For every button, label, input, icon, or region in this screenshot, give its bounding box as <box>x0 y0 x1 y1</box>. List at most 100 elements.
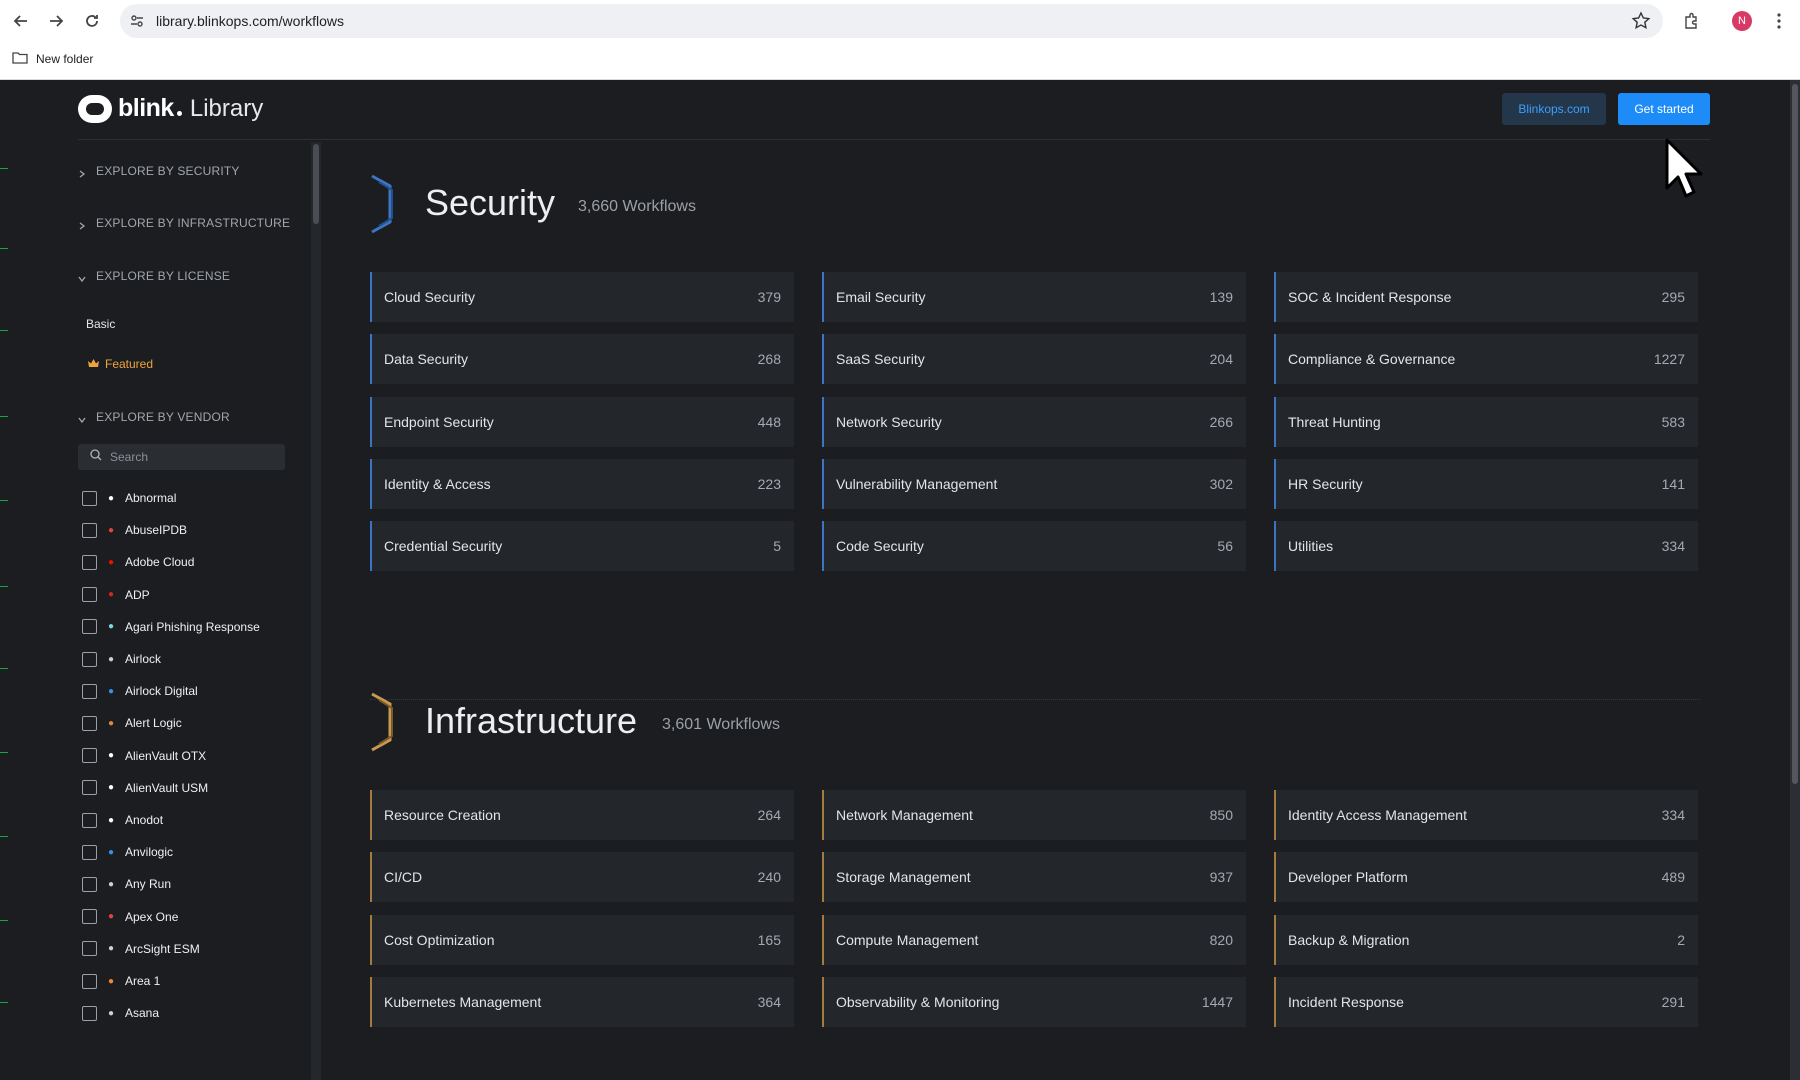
vendor-item[interactable]: ● ADP <box>82 585 150 605</box>
url-text[interactable]: library.blinkops.com/workflows <box>156 13 344 29</box>
vendor-checkbox[interactable] <box>82 522 97 538</box>
category-card[interactable]: Compute Management 820 <box>822 914 1246 965</box>
vendor-item[interactable]: ● Abnormal <box>82 488 176 508</box>
category-card[interactable]: Kubernetes Management 364 <box>370 976 794 1027</box>
category-card[interactable]: Credential Security 5 <box>370 521 794 572</box>
license-featured[interactable]: Featured <box>88 357 153 371</box>
sidebar-scrollbar[interactable] <box>311 142 321 1080</box>
card-label: Utilities <box>1288 538 1334 555</box>
license-basic[interactable]: Basic <box>86 317 115 331</box>
vendor-item[interactable]: ● Airlock Digital <box>82 681 198 701</box>
vendor-checkbox[interactable] <box>82 876 97 892</box>
reload-icon[interactable] <box>81 10 103 32</box>
abnormal-logo-icon: ● <box>107 492 115 504</box>
back-arrow-icon[interactable] <box>10 10 32 32</box>
category-card[interactable]: Backup & Migration 2 <box>1274 914 1698 965</box>
site-settings-icon[interactable] <box>128 12 146 30</box>
category-card[interactable]: CI/CD 240 <box>370 852 794 903</box>
vendor-checkbox[interactable] <box>82 715 97 731</box>
category-card[interactable]: Data Security 268 <box>370 334 794 385</box>
anyrun-logo-icon: ● <box>107 878 115 890</box>
category-card[interactable]: Vulnerability Management 302 <box>822 458 1246 509</box>
vendor-checkbox[interactable] <box>82 651 97 667</box>
vendor-checkbox[interactable] <box>82 587 97 603</box>
vendor-checkbox[interactable] <box>82 748 97 764</box>
chevron-right-icon <box>78 167 86 178</box>
category-card[interactable]: Developer Platform 489 <box>1274 852 1698 903</box>
category-card[interactable]: Threat Hunting 583 <box>1274 396 1698 447</box>
vendor-item[interactable]: ● Anodot <box>82 810 163 830</box>
vendor-item[interactable]: ● AlienVault USM <box>82 778 208 798</box>
get-started-button[interactable]: Get started <box>1618 93 1710 125</box>
vendor-checkbox[interactable] <box>82 619 97 635</box>
vendor-search[interactable] <box>78 444 285 470</box>
crown-icon <box>88 357 99 371</box>
explore-license-toggle[interactable]: EXPLORE BY LICENSE <box>78 269 230 283</box>
vendor-item[interactable]: ● Anvilogic <box>82 842 173 862</box>
category-card[interactable]: Network Management 850 <box>822 790 1246 840</box>
card-label: Email Security <box>836 289 926 305</box>
category-card[interactable]: Network Security 266 <box>822 396 1246 447</box>
vendor-checkbox[interactable] <box>82 844 97 860</box>
card-count: 850 <box>1209 807 1233 823</box>
category-card[interactable]: Identity Access Management 334 <box>1274 790 1698 840</box>
menu-kebab-icon[interactable] <box>1768 10 1790 32</box>
explore-vendor-toggle[interactable]: EXPLORE BY VENDOR <box>78 410 230 424</box>
category-card[interactable]: Storage Management 937 <box>822 852 1246 903</box>
alienvault-logo-icon: ● <box>107 782 115 794</box>
vendor-item[interactable]: ● Airlock <box>82 649 161 669</box>
card-label: Identity & Access <box>384 475 491 492</box>
vendor-checkbox[interactable] <box>82 490 97 506</box>
category-card[interactable]: Code Security 56 <box>822 521 1246 572</box>
vendor-label: Any Run <box>125 877 172 892</box>
vendor-item[interactable]: ● Any Run <box>82 874 171 894</box>
explore-security-toggle[interactable]: EXPLORE BY SECURITY <box>78 164 240 178</box>
category-card[interactable]: Resource Creation 264 <box>370 790 794 840</box>
vendor-item[interactable]: ● AbuseIPDB <box>82 520 187 540</box>
explore-infrastructure-toggle[interactable]: EXPLORE BY INFRASTRUCTURE <box>78 216 290 230</box>
blinkops-site-button[interactable]: Blinkops.com <box>1502 93 1606 125</box>
vendor-item[interactable]: ● AlienVault OTX <box>82 746 206 766</box>
category-card[interactable]: Email Security 139 <box>822 272 1246 322</box>
vendor-checkbox[interactable] <box>82 1005 97 1021</box>
mouse-cursor-icon <box>1665 138 1703 198</box>
category-card[interactable]: Identity & Access 223 <box>370 458 794 509</box>
card-label: Cost Optimization <box>384 931 495 948</box>
vendor-item[interactable]: ● Agari Phishing Response <box>82 617 260 637</box>
category-card[interactable]: Cloud Security 379 <box>370 272 794 322</box>
category-card[interactable]: Compliance & Governance 1227 <box>1274 334 1698 385</box>
vendor-checkbox[interactable] <box>82 780 97 796</box>
vendor-item[interactable]: ● Apex One <box>82 907 178 927</box>
vendor-item[interactable]: ● Area 1 <box>82 971 160 991</box>
alert-logic-logo-icon: ● <box>107 717 115 729</box>
vendor-checkbox[interactable] <box>82 909 97 925</box>
category-card[interactable]: Observability & Monitoring 1447 <box>822 976 1246 1027</box>
vendor-checkbox[interactable] <box>82 554 97 570</box>
vendor-item[interactable]: ● Asana <box>82 1003 159 1023</box>
bookmark-folder[interactable]: New folder <box>12 51 93 67</box>
forward-arrow-icon[interactable] <box>45 10 67 32</box>
category-card[interactable]: Endpoint Security 448 <box>370 396 794 447</box>
extensions-icon[interactable] <box>1680 10 1702 32</box>
bookmark-star-icon[interactable] <box>1631 11 1651 31</box>
category-card[interactable]: SaaS Security 204 <box>822 334 1246 385</box>
profile-avatar[interactable]: N <box>1732 11 1752 31</box>
vendor-search-input[interactable] <box>110 450 270 464</box>
category-card[interactable]: Cost Optimization 165 <box>370 914 794 965</box>
category-card[interactable]: Utilities 334 <box>1274 521 1698 572</box>
sidebar: EXPLORE BY SECURITY EXPLORE BY INFRASTRU… <box>78 142 322 1080</box>
blink-library-logo[interactable]: blink Library <box>78 94 263 123</box>
card-label: Network Security <box>836 413 942 430</box>
page-scrollbar[interactable] <box>1790 80 1800 1080</box>
category-card[interactable]: HR Security 141 <box>1274 458 1698 509</box>
vendor-item[interactable]: ● Adobe Cloud <box>82 552 194 572</box>
category-card[interactable]: SOC & Incident Response 295 <box>1274 272 1698 322</box>
vendor-item[interactable]: ● Alert Logic <box>82 713 182 733</box>
vendor-checkbox[interactable] <box>82 683 97 699</box>
vendor-checkbox[interactable] <box>82 973 97 989</box>
category-card[interactable]: Incident Response 291 <box>1274 976 1698 1027</box>
vendor-checkbox[interactable] <box>82 812 97 828</box>
vendor-item[interactable]: ● ArcSight ESM <box>82 939 200 959</box>
vendor-checkbox[interactable] <box>82 941 97 957</box>
address-bar[interactable]: library.blinkops.com/workflows <box>120 4 1663 38</box>
